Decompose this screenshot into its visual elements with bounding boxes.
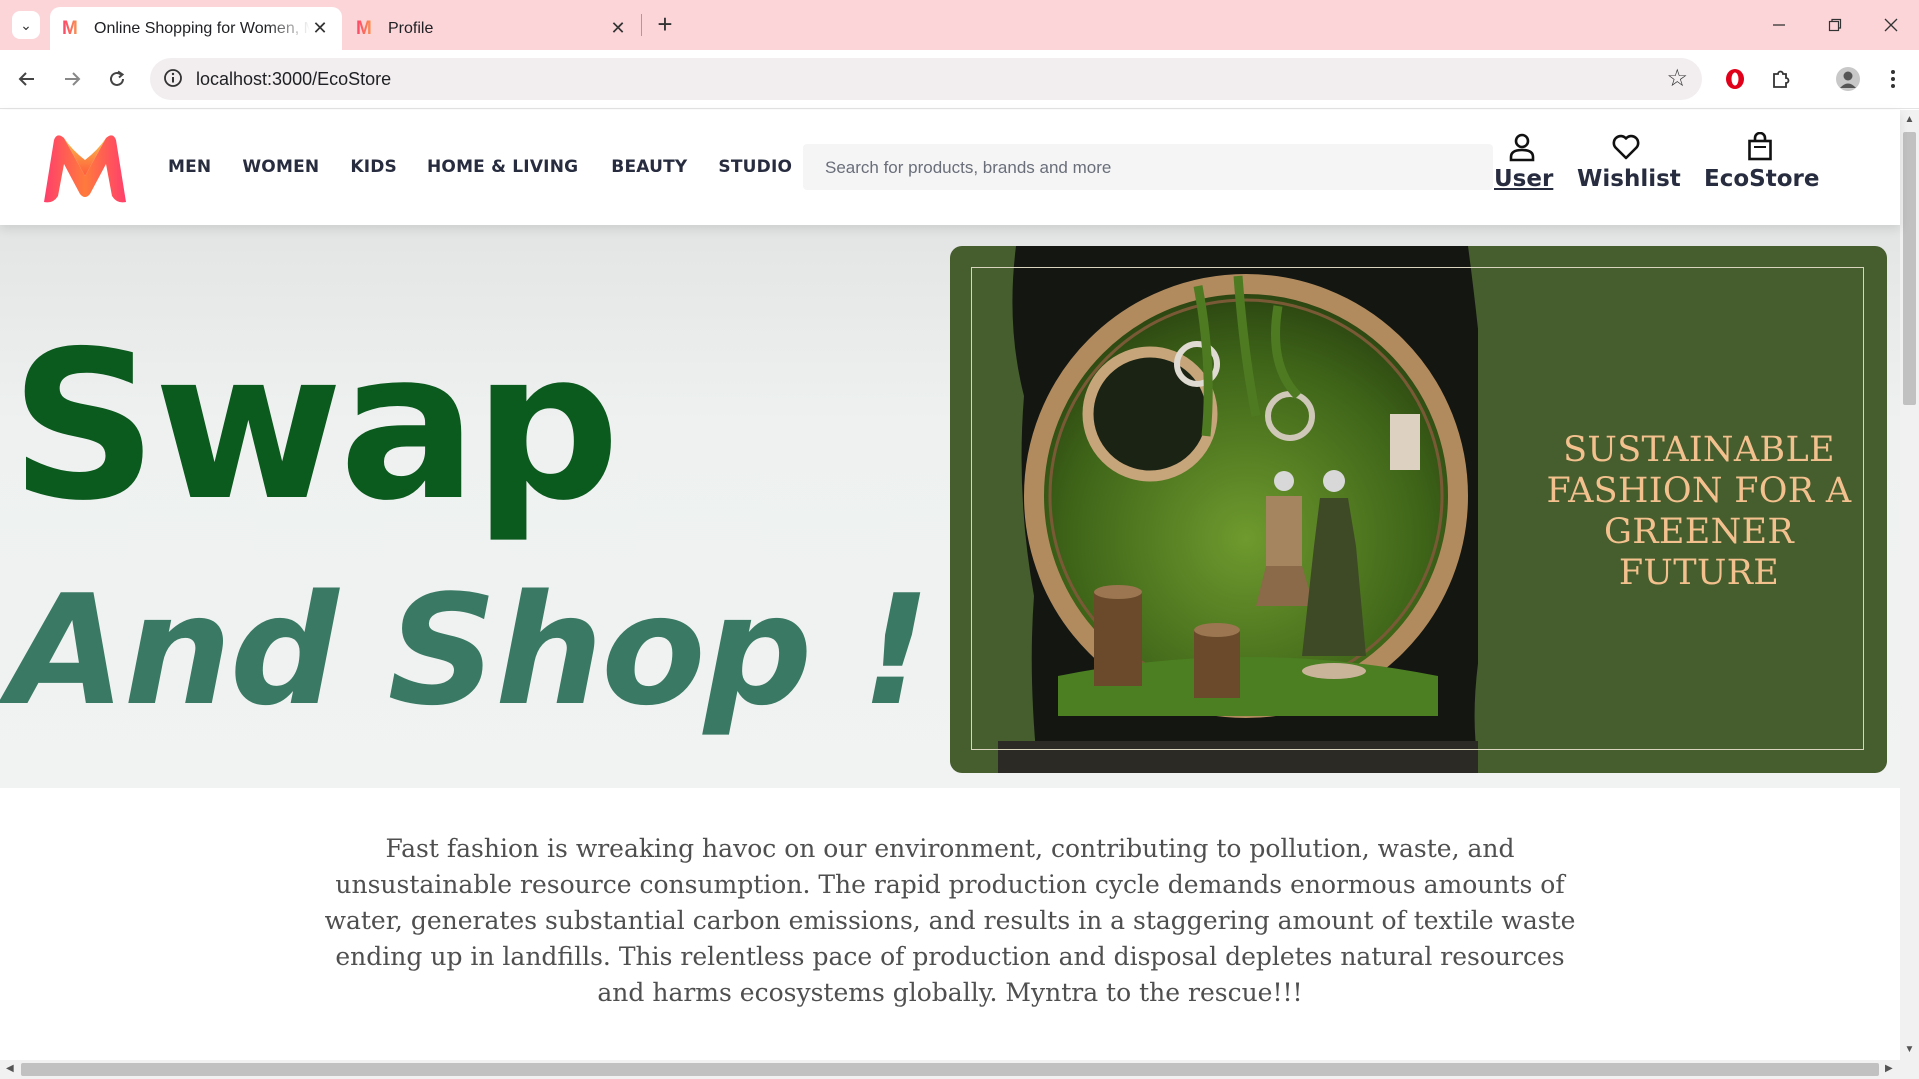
restore-icon <box>1828 18 1842 32</box>
nav-item-studio[interactable]: STUDIO <box>718 157 792 177</box>
fast-fashion-description: Fast fashion is wreaking havoc on our en… <box>324 834 1576 1007</box>
reload-button[interactable] <box>100 62 134 96</box>
close-window-button[interactable] <box>1863 8 1919 42</box>
browser-tab-profile[interactable]: M Profile ✕ <box>344 7 640 50</box>
nav-item-home-living[interactable]: HOME & LIVING <box>427 157 578 177</box>
tab-title: Online Shopping for Women, Men, Kids <box>94 19 310 37</box>
user-icon <box>1494 130 1550 164</box>
close-icon <box>1884 18 1898 32</box>
banner-tagline: SUSTAINABLE FASHION FOR A GREENER FUTURE <box>1546 430 1852 593</box>
close-tab-icon[interactable]: ✕ <box>310 18 330 39</box>
close-tab-icon[interactable]: ✕ <box>608 18 628 39</box>
nav-item-beauty[interactable]: BEAUTY <box>611 157 687 177</box>
search-placeholder: Search for products, brands and more <box>825 158 1112 177</box>
search-input[interactable]: Search for products, brands and more <box>803 144 1493 190</box>
user-label: User <box>1494 166 1554 192</box>
myntra-favicon-icon: M <box>62 18 84 40</box>
chevron-down-icon: ⌄ <box>20 16 32 33</box>
ecostore-link[interactable]: EcoStore <box>1704 130 1820 192</box>
hero-headline: Swap <box>10 308 620 546</box>
site-header: MEN WOMEN KIDS HOME & LIVING BEAUTY STUD… <box>0 110 1900 225</box>
sustainable-fashion-banner[interactable]: SUSTAINABLE FASHION FOR A GREENER FUTURE <box>950 246 1887 773</box>
nav-item-women[interactable]: WOMEN <box>242 157 319 177</box>
wishlist-link[interactable]: Wishlist <box>1577 130 1681 192</box>
profile-avatar[interactable] <box>1831 62 1865 96</box>
site-info-icon[interactable] <box>162 67 184 89</box>
restore-button[interactable] <box>1807 8 1863 42</box>
browser-tab-strip: ⌄ M Online Shopping for Women, Men, Kids… <box>0 0 1919 50</box>
vertical-scroll-thumb[interactable] <box>1903 132 1916 405</box>
nav-item-men[interactable]: MEN <box>168 157 211 177</box>
horizontal-scrollbar[interactable]: ◀ ▶ <box>0 1060 1919 1079</box>
heart-icon <box>1577 130 1675 164</box>
vertical-scrollbar[interactable]: ▲ ▼ <box>1900 110 1919 1060</box>
ecostore-label: EcoStore <box>1704 166 1820 192</box>
browser-toolbar: localhost:3000/EcoStore ☆ <box>0 50 1919 109</box>
url-text: localhost:3000/EcoStore <box>196 69 392 89</box>
new-tab-button[interactable]: + <box>650 9 680 39</box>
browser-menu-icon[interactable] <box>1876 62 1910 96</box>
bookmark-star-icon[interactable]: ☆ <box>1666 64 1688 93</box>
arrow-right-icon <box>65 72 81 86</box>
nav-item-kids[interactable]: KIDS <box>350 157 397 177</box>
bag-icon <box>1704 130 1816 164</box>
browser-tab-active[interactable]: M Online Shopping for Women, Men, Kids ✕ <box>50 7 342 50</box>
hero-subheadline: And Shop ! <box>8 562 931 739</box>
reload-icon <box>110 70 125 86</box>
scroll-right-icon[interactable]: ▶ <box>1885 1063 1893 1074</box>
horizontal-scroll-thumb[interactable] <box>21 1063 1879 1076</box>
myntra-logo-icon <box>44 135 126 203</box>
tab-search-button[interactable]: ⌄ <box>12 11 40 39</box>
minimize-button[interactable] <box>1751 8 1807 42</box>
back-button[interactable] <box>10 62 44 96</box>
scroll-up-icon[interactable]: ▲ <box>1900 114 1919 125</box>
tab-title: Profile <box>388 19 434 37</box>
wishlist-label: Wishlist <box>1577 166 1681 192</box>
hero-section: Swap And Shop ! SUSTAINABLE FASHION FOR … <box>0 225 1900 788</box>
address-bar[interactable]: localhost:3000/EcoStore ☆ <box>150 58 1702 100</box>
user-link[interactable]: User <box>1494 130 1554 192</box>
scroll-left-icon[interactable]: ◀ <box>6 1063 14 1074</box>
opera-extension-icon[interactable] <box>1718 62 1752 96</box>
forward-button[interactable] <box>55 62 89 96</box>
minimize-icon <box>1773 24 1785 26</box>
tab-divider <box>641 14 642 36</box>
arrow-left-icon <box>18 72 34 86</box>
scroll-down-icon[interactable]: ▼ <box>1900 1044 1919 1055</box>
main-nav: MEN WOMEN KIDS HOME & LIVING BEAUTY STUD… <box>168 157 792 177</box>
myntra-favicon-icon: M <box>356 18 378 40</box>
myntra-logo[interactable] <box>40 130 130 206</box>
extensions-puzzle-icon[interactable] <box>1764 62 1798 96</box>
